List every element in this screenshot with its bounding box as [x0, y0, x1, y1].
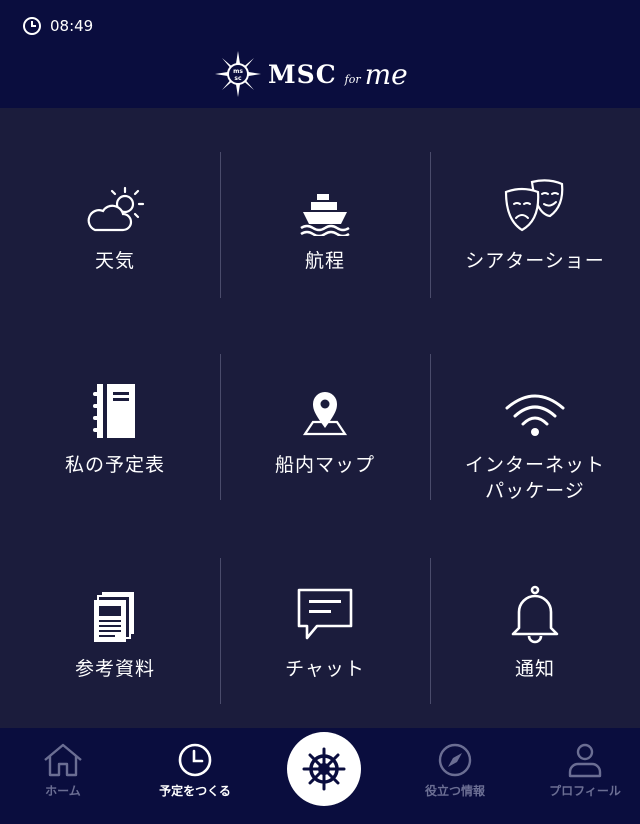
- tile-label: 天気: [94, 250, 135, 272]
- ship-wheel-button[interactable]: [287, 732, 361, 806]
- clock-icon: [178, 743, 212, 777]
- nav-useful-info[interactable]: 役立つ情報: [400, 742, 510, 799]
- tile-label: 船内マップ: [274, 454, 375, 476]
- tile-itinerary[interactable]: 航程: [220, 108, 430, 312]
- tile-label: インターネット パッケージ: [464, 454, 605, 502]
- status-bar: 08:49: [22, 16, 93, 36]
- chat-icon: [297, 588, 353, 640]
- tile-label: 参考資料: [74, 658, 155, 680]
- tile-chat[interactable]: チャット: [220, 516, 430, 720]
- tile-notifications[interactable]: 通知: [430, 516, 640, 720]
- status-time: 08:49: [50, 17, 94, 35]
- map-pin-icon: [302, 392, 348, 436]
- svg-text:ms: ms: [233, 68, 243, 75]
- notebook-icon: [93, 384, 135, 438]
- theater-masks-icon: [504, 179, 564, 232]
- logo-for-text: for: [344, 72, 361, 86]
- tile-label: 航程: [304, 250, 345, 272]
- svg-text:sc: sc: [234, 75, 242, 82]
- bell-icon: [511, 585, 559, 644]
- app-header: 08:49 ms sc MSC for me: [0, 0, 640, 108]
- nav-profile[interactable]: プロフィール: [530, 742, 640, 799]
- compass-rose-icon: ms sc: [215, 51, 261, 97]
- person-icon: [568, 743, 602, 778]
- ship-wheel-icon: [302, 747, 346, 791]
- compass-icon: [438, 743, 472, 777]
- tile-internet-package[interactable]: インターネット パッケージ: [430, 312, 640, 516]
- weather-icon: [87, 186, 145, 232]
- tile-label: シアターショー: [465, 250, 605, 272]
- nav-profile-label: プロフィール: [549, 784, 621, 798]
- nav-home[interactable]: ホーム: [8, 742, 118, 799]
- nav-schedule[interactable]: 予定をつくる: [140, 742, 250, 799]
- logo-brand-text: MSC: [268, 59, 337, 89]
- tile-label: 私の予定表: [64, 454, 165, 476]
- clock-icon: [23, 17, 41, 35]
- menu-grid: 天気 航程 シアターショー 私の予定表 船内マップ インターネット パッケージ …: [0, 108, 640, 728]
- wifi-icon: [505, 394, 565, 436]
- tile-reference-materials[interactable]: 参考資料: [10, 516, 220, 720]
- home-icon: [44, 743, 82, 777]
- tile-label: 通知: [514, 658, 555, 680]
- tile-label: チャット: [285, 658, 365, 680]
- tile-theater-show[interactable]: シアターショー: [430, 108, 640, 312]
- tile-my-schedule[interactable]: 私の予定表: [10, 312, 220, 516]
- tile-weather[interactable]: 天気: [10, 108, 220, 312]
- nav-schedule-label: 予定をつくる: [159, 784, 231, 798]
- ship-icon: [300, 194, 350, 236]
- tile-ship-map[interactable]: 船内マップ: [220, 312, 430, 516]
- documents-icon: [94, 592, 134, 642]
- nav-home-label: ホーム: [45, 784, 81, 798]
- nav-useful-info-label: 役立つ情報: [424, 784, 485, 798]
- logo-me-text: me: [364, 57, 408, 91]
- msc-logo: ms sc MSC for me: [214, 50, 408, 98]
